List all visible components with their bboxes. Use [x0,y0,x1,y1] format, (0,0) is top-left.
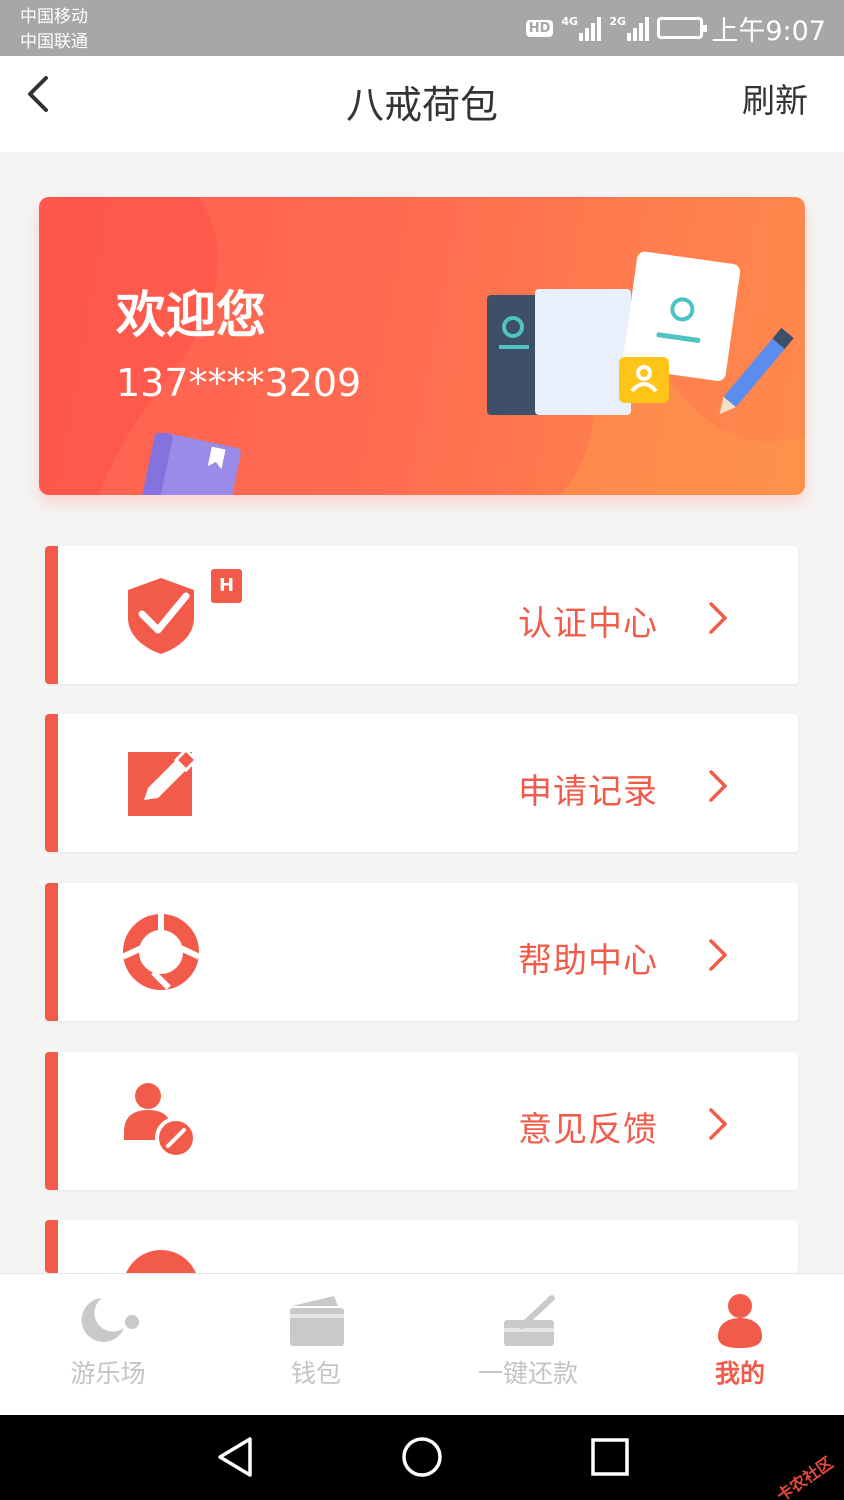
nav-back-icon[interactable] [214,1435,258,1479]
status-bar: 中国移动 中国联通 HD 4G 2G 上午9:07 [0,0,844,56]
hd-badge: HD [525,19,554,37]
chevron-right-icon [709,1108,727,1140]
wallet-icon [290,1296,344,1346]
tab-playground[interactable]: 游乐场 [38,1292,178,1390]
carrier-info: 中国移动 中国联通 [20,5,88,55]
carrier-2: 中国联通 [20,32,88,52]
tab-label: 我的 [714,1359,765,1388]
status-time: 上午9:07 [711,15,826,47]
h-badge: H [211,569,242,603]
chevron-right-icon [709,770,727,802]
page-title: 八戒荷包 [345,83,498,127]
system-nav-bar: 卡农社区 [0,1415,844,1500]
partial-menu-icon [126,1250,196,1273]
tab-label: 游乐场 [70,1359,146,1388]
moon-planet-icon [81,1298,139,1342]
chevron-right-icon [709,939,727,971]
tab-label: 一键还款 [477,1359,578,1388]
menu-item-label: 意见反馈 [518,1110,658,1150]
menu-item-label: 申请记录 [518,772,658,812]
tab-wallet[interactable]: 钱包 [246,1292,386,1390]
menu-item-label: 认证中心 [518,604,658,644]
watermark: 卡农社区 [773,1453,837,1500]
edit-note-icon [128,747,199,816]
lifebuoy-icon [121,913,201,990]
menu-item-label: 帮助中心 [518,941,658,981]
menu-item-feedback[interactable]: 意见反馈 [45,1052,798,1190]
menu-item-help-center[interactable]: 帮助中心 [45,883,798,1021]
refresh-button[interactable]: 刷新 [742,74,808,122]
menu-item-certification[interactable]: H 认证中心 [45,546,798,684]
signal-icon: 4G [561,15,602,41]
nav-home-icon[interactable] [400,1435,444,1479]
shield-check-icon [128,578,194,654]
user-icon [718,1294,762,1348]
tab-one-click-repay[interactable]: 一键还款 [458,1292,598,1390]
app-header: 八戒荷包 刷新 [0,56,844,152]
menu-item-application-records[interactable]: 申请记录 [45,714,798,852]
net-type-2: 2G [609,15,627,28]
welcome-banner: 欢迎您 137****3209 [39,197,805,495]
repay-icon [504,1295,555,1346]
net-type-1: 4G [561,15,579,28]
status-indicators: HD 4G 2G 上午9:07 [525,8,826,48]
welcome-text: 欢迎您 [116,286,266,344]
documents-illustration [487,251,794,415]
nav-recents-icon[interactable] [588,1435,632,1479]
tab-mine[interactable]: 我的 [670,1292,810,1390]
tab-label: 钱包 [290,1359,341,1388]
bottom-tab-bar: 游乐场 钱包 一键还款 我的 [0,1273,844,1415]
carrier-1: 中国移动 [20,7,88,27]
battery-icon [657,17,708,39]
menu-item-partial[interactable] [45,1220,798,1273]
book-illustration [140,433,241,495]
chevron-right-icon [709,602,727,634]
user-feedback-icon [124,1083,197,1159]
signal-icon-2: 2G [609,15,650,41]
phone-number: 137****3209 [116,361,362,405]
